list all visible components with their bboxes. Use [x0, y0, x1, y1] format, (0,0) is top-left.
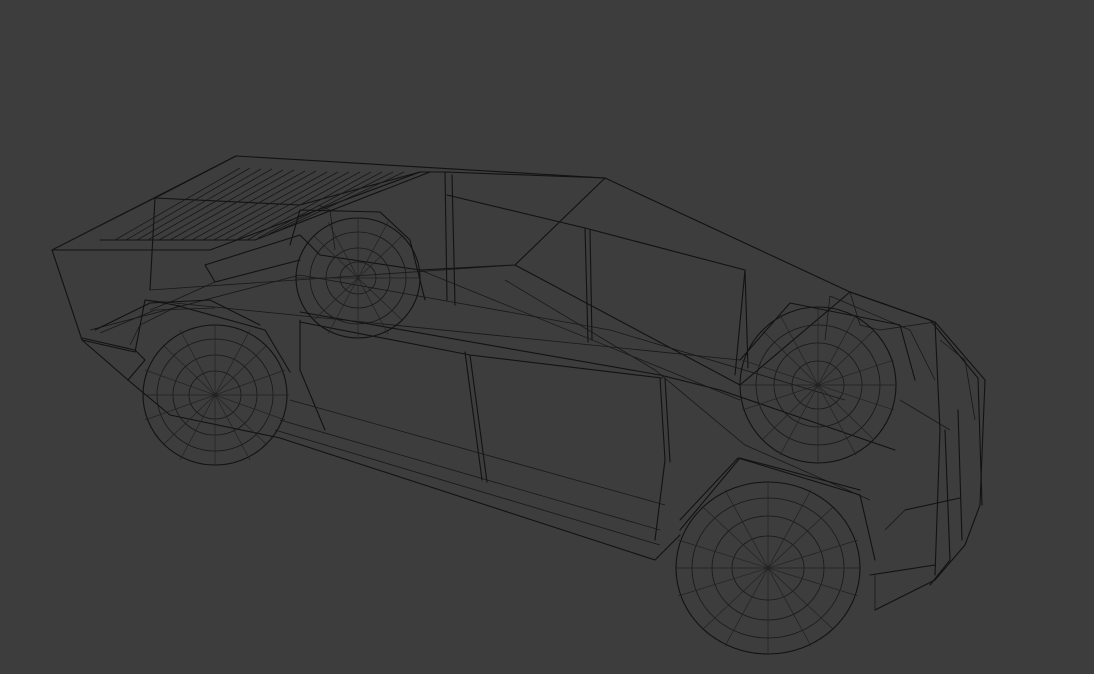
truck-bed	[51, 167, 431, 311]
wheel-front-right	[739, 306, 897, 464]
wheel-front-left	[675, 457, 876, 655]
wheel-arches	[144, 209, 916, 531]
3d-viewport[interactable]	[0, 0, 1094, 674]
wheel-rear-right	[295, 217, 421, 339]
wheel-rear-left	[142, 324, 289, 466]
wireframe-mesh	[51, 155, 986, 655]
